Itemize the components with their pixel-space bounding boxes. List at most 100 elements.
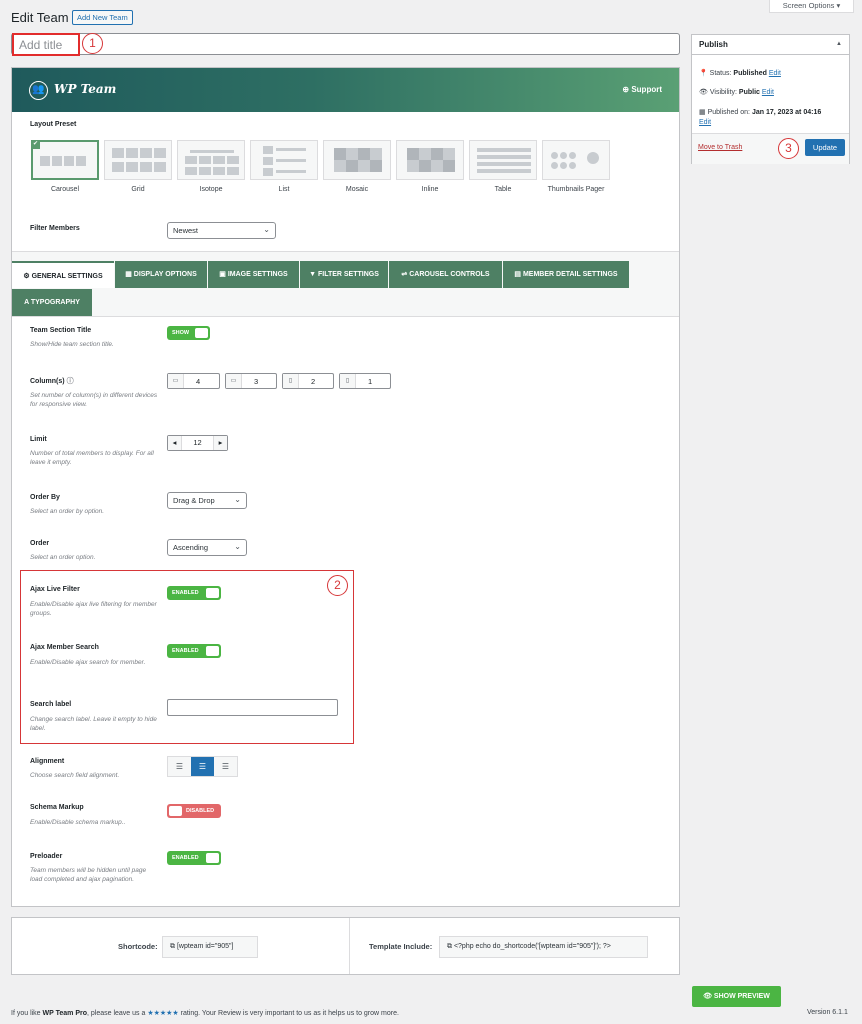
limit-value[interactable]: 12: [182, 436, 213, 450]
ajax-live-filter-toggle[interactable]: ENABLED: [167, 586, 221, 600]
visibility-row: 👁 Visibility: Public Edit: [699, 89, 774, 96]
tablet-icon: ▯: [283, 374, 299, 388]
columns-tablet-input[interactable]: ▯ 2: [282, 373, 334, 389]
move-to-trash-link[interactable]: Move to Trash: [698, 144, 742, 151]
schema-markup-label: Schema Markup: [30, 804, 84, 811]
preloader-desc: Team members will be hidden until page l…: [30, 867, 147, 883]
preset-grid[interactable]: [104, 140, 172, 180]
shortcode-bar: Shortcode: ⧉ [wpteam id="905"] Template …: [11, 917, 680, 975]
wp-team-banner: 👥 WP Team ⊕ Support: [12, 68, 679, 112]
title-field[interactable]: Add title: [11, 33, 680, 56]
tab-display-options[interactable]: ▦ DISPLAY OPTIONS: [115, 261, 207, 288]
team-settings-panel: 👥 WP Team ⊕ Support Layout Preset ✔ Caro…: [11, 67, 680, 907]
preset-label-list: List: [278, 186, 290, 193]
limit-stepper[interactable]: ◂ 12 ▸: [167, 435, 228, 451]
preloader-label: Preloader: [30, 853, 63, 860]
publish-header[interactable]: Publish ▲: [692, 35, 849, 55]
align-left-icon[interactable]: ☰: [168, 757, 191, 776]
team-section-title-toggle[interactable]: SHOW: [167, 326, 210, 340]
status-edit-link[interactable]: Edit: [769, 70, 781, 77]
pin-icon: 📍: [699, 70, 708, 77]
chevron-down-icon: ⌄: [263, 225, 270, 234]
preset-list[interactable]: [250, 140, 318, 180]
order-select[interactable]: Ascending ⌄: [167, 539, 247, 556]
annotation-marker-3: 3: [778, 138, 799, 159]
preset-table[interactable]: [469, 140, 537, 180]
order-label: Order: [30, 540, 50, 547]
publish-title: Publish: [699, 40, 728, 49]
search-label-input[interactable]: [167, 699, 338, 716]
alignment-label: Alignment: [30, 758, 65, 765]
tab-general-settings[interactable]: ⚙ GENERAL SETTINGS: [12, 261, 114, 288]
ajax-member-search-toggle[interactable]: ENABLED: [167, 644, 221, 658]
columns-mobile-input[interactable]: ▯ 1: [339, 373, 391, 389]
shortcode-label: Shortcode:: [118, 942, 158, 951]
preset-isotope[interactable]: [177, 140, 245, 180]
increment-icon[interactable]: ▸: [213, 436, 227, 450]
mobile-icon: ▯: [340, 374, 356, 388]
order-desc: Select an order option.: [30, 554, 96, 561]
columns-desktop-input[interactable]: ▭ 4: [167, 373, 220, 389]
tab-typography[interactable]: A TYPOGRAPHY: [12, 289, 92, 316]
ajax-member-search-label: Ajax Member Search: [30, 644, 99, 651]
template-include-label: Template Include:: [369, 942, 433, 951]
help-icon[interactable]: ⓘ: [67, 378, 74, 385]
align-right-icon[interactable]: ☰: [214, 757, 237, 776]
support-link[interactable]: ⊕ Support: [622, 85, 662, 94]
annotation-marker-2: 2: [327, 575, 348, 596]
order-by-label: Order By: [30, 494, 60, 501]
laptop-icon: ▭: [226, 374, 242, 388]
search-label-desc: Change search label. Leave it empty to h…: [30, 716, 157, 732]
ajax-member-search-desc: Enable/Disable ajax search for member.: [30, 659, 146, 666]
visibility-edit-link[interactable]: Edit: [762, 89, 774, 96]
limit-label: Limit: [30, 436, 47, 443]
banner-title: WP Team: [54, 82, 117, 96]
ajax-live-filter-desc: Enable/Disable ajax live filtering for m…: [30, 601, 157, 617]
filter-members-label: Filter Members: [30, 225, 80, 232]
columns-laptop-input[interactable]: ▭ 3: [225, 373, 277, 389]
preset-inline[interactable]: [396, 140, 464, 180]
filter-members-select[interactable]: Newest ⌄: [167, 222, 276, 239]
preset-mosaic[interactable]: [323, 140, 391, 180]
preset-thumbnails-pager[interactable]: [542, 140, 610, 180]
search-label-label: Search label: [30, 701, 72, 708]
team-section-title-label: Team Section Title: [30, 327, 92, 334]
divider: [349, 918, 350, 974]
preset-label-inline: Inline: [421, 186, 439, 193]
preset-label-thumbnails-pager: Thumbnails Pager: [547, 186, 605, 193]
annotation-marker-1: 1: [82, 33, 103, 54]
template-include-copy-box[interactable]: ⧉ <?php echo do_shortcode('[wpteam id="9…: [439, 936, 648, 958]
title-input[interactable]: Add title: [12, 33, 80, 56]
desktop-icon: ▭: [168, 374, 184, 388]
screen-options-button[interactable]: Screen Options ▾: [769, 0, 854, 13]
team-logo-icon: 👥: [29, 81, 48, 100]
published-row: ▦ Published on: Jan 17, 2023 at 04:16: [699, 109, 822, 116]
schema-markup-toggle[interactable]: DISABLED: [167, 804, 221, 818]
check-icon: ✔: [31, 140, 40, 149]
eye-icon: 👁: [703, 993, 712, 1000]
schema-markup-desc: Enable/Disable schema markup..: [30, 819, 126, 826]
preset-label-grid: Grid: [131, 186, 145, 193]
chevron-down-icon: ⌄: [234, 495, 241, 504]
layout-preset-label: Layout Preset: [30, 121, 77, 128]
show-preview-button[interactable]: 👁 SHOW PREVIEW: [692, 986, 781, 1007]
order-by-select[interactable]: Drag & Drop ⌄: [167, 492, 247, 509]
preset-carousel[interactable]: ✔: [31, 140, 99, 180]
shortcode-copy-box[interactable]: ⧉ [wpteam id="905"]: [162, 936, 258, 958]
decrement-icon[interactable]: ◂: [168, 436, 182, 450]
columns-desc: Set number of column(s) in different dev…: [30, 392, 158, 408]
calendar-icon: ▦: [699, 109, 706, 116]
preloader-toggle[interactable]: ENABLED: [167, 851, 221, 865]
align-center-icon[interactable]: ☰: [191, 757, 214, 776]
tab-image-settings[interactable]: ▣ IMAGE SETTINGS: [208, 261, 299, 288]
tab-filter-settings[interactable]: ▼ FILTER SETTINGS: [300, 261, 388, 288]
lifebuoy-icon: ⊕: [622, 85, 630, 94]
columns-label: Column(s) ⓘ: [30, 378, 74, 385]
published-edit-link[interactable]: Edit: [699, 119, 711, 126]
rating-stars-link[interactable]: ★★★★★: [147, 1010, 178, 1017]
update-button[interactable]: Update: [805, 139, 845, 156]
tab-member-detail-settings[interactable]: ▤ MEMBER DETAIL SETTINGS: [503, 261, 629, 288]
add-new-team-button[interactable]: Add New Team: [72, 10, 133, 25]
caret-up-icon[interactable]: ▲: [836, 41, 842, 47]
tab-carousel-controls[interactable]: ⇌ CAROUSEL CONTROLS: [389, 261, 502, 288]
